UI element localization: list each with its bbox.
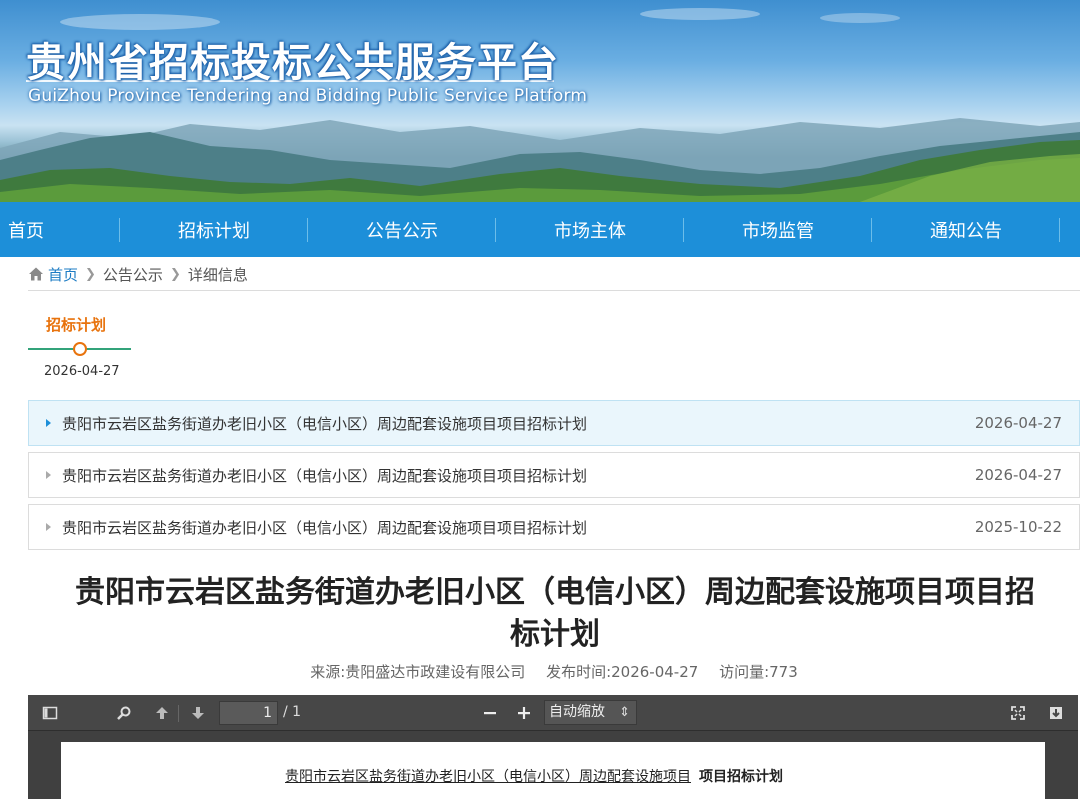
related-item-date: 2025-10-22 bbox=[974, 518, 1062, 536]
zoom-select[interactable]: 自动缩放 ⇕ bbox=[544, 700, 637, 725]
breadcrumb: 首页 ❯ 公告公示 ❯ 详细信息 bbox=[28, 262, 248, 286]
timeline-date: 2026-04-27 bbox=[44, 364, 120, 379]
select-caret-icon: ⇕ bbox=[619, 705, 630, 720]
pdf-viewer: 1 / 1 自动缩放 ⇕ 贵阳市云岩区盐务街道办老旧小区（电信小区）周边配套设施… bbox=[28, 695, 1078, 799]
related-item[interactable]: 贵阳市云岩区盐务街道办老旧小区（电信小区）周边配套设施项目项目招标计划 2026… bbox=[28, 400, 1080, 446]
nav-item-label: 通知公告 bbox=[930, 220, 1002, 242]
pdf-page: 贵阳市云岩区盐务街道办老旧小区（电信小区）周边配套设施项目 项目招标计划 bbox=[61, 742, 1045, 799]
related-item-date: 2026-04-27 bbox=[974, 466, 1062, 484]
search-icon[interactable] bbox=[114, 703, 134, 723]
arrow-down-icon[interactable] bbox=[188, 703, 208, 723]
nav-item-label: 市场监管 bbox=[742, 220, 814, 242]
site-title: 贵州省招标投标公共服务平台 bbox=[26, 40, 559, 86]
caret-right-icon bbox=[46, 419, 51, 427]
timeline-node[interactable] bbox=[73, 342, 87, 356]
arrow-up-icon[interactable] bbox=[152, 703, 172, 723]
pdf-document-title-bold: 项目招标计划 bbox=[699, 769, 783, 785]
breadcrumb-level1-link[interactable]: 公告公示 bbox=[103, 264, 163, 285]
article-title: 贵阳市云岩区盐务街道办老旧小区（电信小区）周边配套设施项目项目招 标计划 bbox=[30, 572, 1080, 656]
breadcrumb-home-link[interactable]: 首页 bbox=[48, 264, 78, 285]
nav-item-label: 市场主体 bbox=[554, 220, 626, 242]
chevron-right-icon: ❯ bbox=[169, 266, 181, 282]
pdf-document-title: 贵阳市云岩区盐务街道办老旧小区（电信小区）周边配套设施项目 项目招标计划 bbox=[277, 766, 783, 786]
nav-item-market-entities[interactable]: 市场主体 bbox=[496, 202, 684, 257]
pdf-document-title-underlined: 贵阳市云岩区盐务街道办老旧小区（电信小区）周边配套设施项目 bbox=[285, 769, 691, 785]
nav-item-label: 公告公示 bbox=[366, 220, 438, 242]
nav-separator bbox=[1059, 218, 1060, 242]
nav-item-label: 首页 bbox=[8, 220, 44, 242]
breadcrumb-divider bbox=[28, 290, 1080, 291]
download-icon[interactable] bbox=[1046, 703, 1066, 723]
home-icon bbox=[29, 267, 43, 281]
zoom-select-value: 自动缩放 bbox=[549, 704, 605, 720]
header-banner: 贵州省招标投标公共服务平台 GuiZhou Province Tendering… bbox=[0, 0, 1080, 202]
page-total: / 1 bbox=[283, 704, 302, 720]
nav-item-home[interactable]: 首页 bbox=[0, 202, 120, 257]
toolbar-divider bbox=[178, 705, 179, 722]
site-subtitle: GuiZhou Province Tendering and Bidding P… bbox=[28, 86, 588, 106]
related-item[interactable]: 贵阳市云岩区盐务街道办老旧小区（电信小区）周边配套设施项目项目招标计划 2026… bbox=[28, 452, 1080, 498]
breadcrumb-current: 详细信息 bbox=[187, 265, 248, 284]
article-title-line: 标计划 bbox=[510, 617, 600, 652]
article-publish-time: 发布时间:2026-04-27 bbox=[546, 663, 699, 681]
main-nav: 首页 招标计划 公告公示 市场主体 市场监管 通知公告 bbox=[0, 202, 1080, 257]
chevron-right-icon: ❯ bbox=[85, 266, 96, 282]
zoom-out-icon[interactable] bbox=[480, 703, 500, 723]
nav-item-announcements[interactable]: 公告公示 bbox=[308, 202, 496, 257]
pdf-toolbar: 1 / 1 自动缩放 ⇕ bbox=[28, 695, 1078, 731]
related-item-title: 贵阳市云岩区盐务街道办老旧小区（电信小区）周边配套设施项目项目招标计划 bbox=[62, 518, 588, 537]
nav-item-market-supervision[interactable]: 市场监管 bbox=[684, 202, 872, 257]
article-views: 访问量:773 bbox=[719, 663, 798, 681]
fullscreen-icon[interactable] bbox=[1008, 703, 1028, 723]
related-item-title: 贵阳市云岩区盐务街道办老旧小区（电信小区）周边配套设施项目项目招标计划 bbox=[62, 414, 588, 433]
caret-right-icon bbox=[46, 471, 51, 479]
timeline-stage-label[interactable]: 招标计划 bbox=[46, 314, 106, 335]
nav-item-notices[interactable]: 通知公告 bbox=[872, 202, 1060, 257]
article-title-line: 贵阳市云岩区盐务街道办老旧小区（电信小区）周边配套设施项目项目招 bbox=[75, 575, 1035, 610]
related-item-date: 2026-04-27 bbox=[974, 414, 1062, 432]
related-item[interactable]: 贵阳市云岩区盐务街道办老旧小区（电信小区）周边配套设施项目项目招标计划 2025… bbox=[28, 504, 1080, 550]
article-meta: 来源:贵阳盛达市政建设有限公司 发布时间:2026-04-27 访问量:773 bbox=[0, 661, 1080, 682]
zoom-in-icon[interactable] bbox=[514, 703, 534, 723]
page-number-input[interactable]: 1 bbox=[219, 701, 278, 725]
nav-item-tender-plan[interactable]: 招标计划 bbox=[120, 202, 308, 257]
sidebar-toggle-icon[interactable] bbox=[40, 703, 60, 723]
nav-item-label: 招标计划 bbox=[178, 220, 250, 242]
article-source: 来源:贵阳盛达市政建设有限公司 bbox=[310, 663, 526, 681]
related-item-title: 贵阳市云岩区盐务街道办老旧小区（电信小区）周边配套设施项目项目招标计划 bbox=[62, 466, 588, 485]
caret-right-icon bbox=[46, 523, 51, 531]
